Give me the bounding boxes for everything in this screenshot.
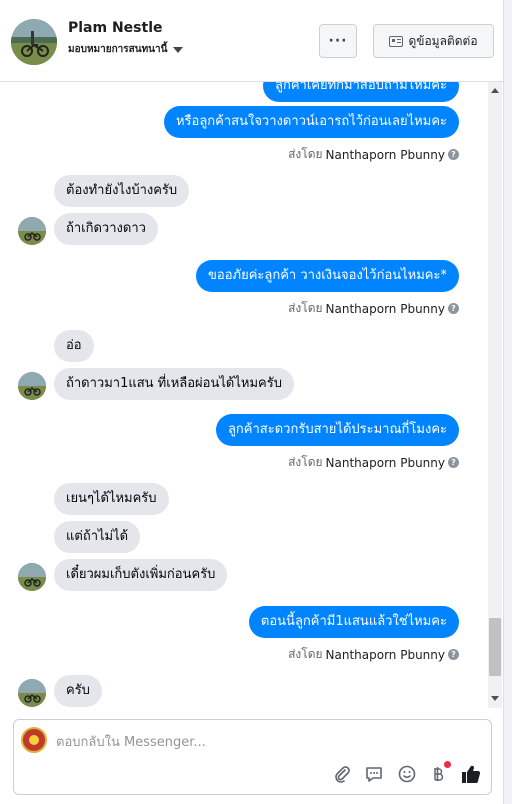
customer-avatar-small[interactable] xyxy=(18,372,46,400)
sent-by-prefix: ส่งโดย xyxy=(288,301,323,315)
scroll-thumb[interactable] xyxy=(489,618,501,676)
paperclip-icon[interactable] xyxy=(332,764,352,784)
message-bubble-incoming[interactable]: ต้องทำยังไงบ้างครับ xyxy=(54,175,190,207)
caret-down-icon xyxy=(173,46,184,53)
sent-by-label: ส่งโดย Nanthaporn Pbunny ? xyxy=(288,645,459,664)
sent-by-prefix: ส่งโดย xyxy=(288,647,323,661)
scroll-down-arrow-icon[interactable] xyxy=(491,696,499,701)
sender-name[interactable]: Nanthaporn Pbunny xyxy=(326,648,445,662)
message-bubble-incoming[interactable]: ถ้าดาวมา1แสน ที่เหลือผ่อนได้ไหมครับ xyxy=(54,368,294,400)
customer-avatar-small[interactable] xyxy=(18,217,46,245)
message-bubble-incoming[interactable]: ถ้าเกิดวางดาว xyxy=(54,213,158,245)
id-card-icon xyxy=(389,35,404,47)
saved-reply-icon[interactable] xyxy=(364,764,384,784)
customer-name: Plam Nestle xyxy=(68,20,163,36)
scroll-up-arrow-icon[interactable] xyxy=(491,88,499,93)
message-bubble-incoming[interactable]: เยนๆได้ไหมครับ xyxy=(54,483,169,515)
reply-composer xyxy=(13,719,492,795)
help-icon[interactable]: ? xyxy=(448,149,459,160)
sent-by-prefix: ส่งโดย xyxy=(288,455,323,469)
help-icon[interactable]: ? xyxy=(448,303,459,314)
notification-dot xyxy=(444,761,451,768)
message-thread: ลูกค้าเคยทักมาสอบถามไหมคะ หรือลูกค้าสนใจ… xyxy=(0,82,488,708)
sent-by-label: ส่งโดย Nanthaporn Pbunny ? xyxy=(288,299,459,318)
customer-avatar-small[interactable] xyxy=(18,563,46,591)
message-bubble-incoming[interactable]: เดี๋ยวผมเก็บตังเพิ่มก่อนครับ xyxy=(54,559,228,591)
message-bubble-outgoing[interactable]: ตอนนี้ลูกค้ามี1แสนแล้วใช่ไหมคะ xyxy=(248,606,459,638)
conversation-header: Plam Nestle มอบหมายการสนทนานี้ ··· ดูข้อ… xyxy=(0,0,512,82)
sender-name[interactable]: Nanthaporn Pbunny xyxy=(326,148,445,162)
message-bubble-outgoing[interactable]: หรือลูกค้าสนใจวางดาวน์เอารถไว้ก่อนเลยไหม… xyxy=(163,106,459,138)
message-bubble-incoming[interactable]: ครับ xyxy=(54,675,102,707)
sent-by-label: ส่งโดย Nanthaporn Pbunny ? xyxy=(288,453,459,472)
view-contact-label: ดูข้อมูลติดต่อ xyxy=(408,33,478,48)
emoji-icon[interactable] xyxy=(397,764,417,784)
sender-name[interactable]: Nanthaporn Pbunny xyxy=(326,302,445,316)
customer-avatar-small[interactable] xyxy=(18,679,46,707)
reply-input[interactable] xyxy=(56,732,456,752)
message-bubble-incoming[interactable]: อ่อ xyxy=(54,330,94,362)
window-edge xyxy=(503,0,512,804)
assign-conversation-dropdown[interactable]: มอบหมายการสนทนานี้ xyxy=(68,42,184,57)
like-icon[interactable] xyxy=(461,764,481,784)
more-options-button[interactable]: ··· xyxy=(319,24,357,58)
customer-avatar[interactable] xyxy=(11,19,57,65)
view-contact-info-button[interactable]: ดูข้อมูลติดต่อ xyxy=(373,24,494,58)
message-bubble-outgoing[interactable]: ขออภัยค่ะลูกค้า วางเงินจองไว้ก่อนไหมคะ* xyxy=(196,260,459,292)
help-icon[interactable]: ? xyxy=(448,649,459,660)
help-icon[interactable]: ? xyxy=(448,457,459,468)
assign-label: มอบหมายการสนทนานี้ xyxy=(68,44,168,55)
sender-name[interactable]: Nanthaporn Pbunny xyxy=(326,456,445,470)
message-bubble-incoming[interactable]: แต่ถ้าไม่ได้ xyxy=(54,521,141,553)
message-bubble-outgoing[interactable]: ลูกค้าสะดวกรับสายได้ประมาณกี่โมงคะ xyxy=(215,414,459,446)
sent-by-label: ส่งโดย Nanthaporn Pbunny ? xyxy=(288,145,459,164)
sent-by-prefix: ส่งโดย xyxy=(288,147,323,161)
message-bubble-outgoing[interactable]: ลูกค้าเคยทักมาสอบถามไหมคะ xyxy=(263,82,459,102)
page-logo-avatar xyxy=(21,727,47,753)
thread-scrollbar[interactable] xyxy=(488,82,502,708)
